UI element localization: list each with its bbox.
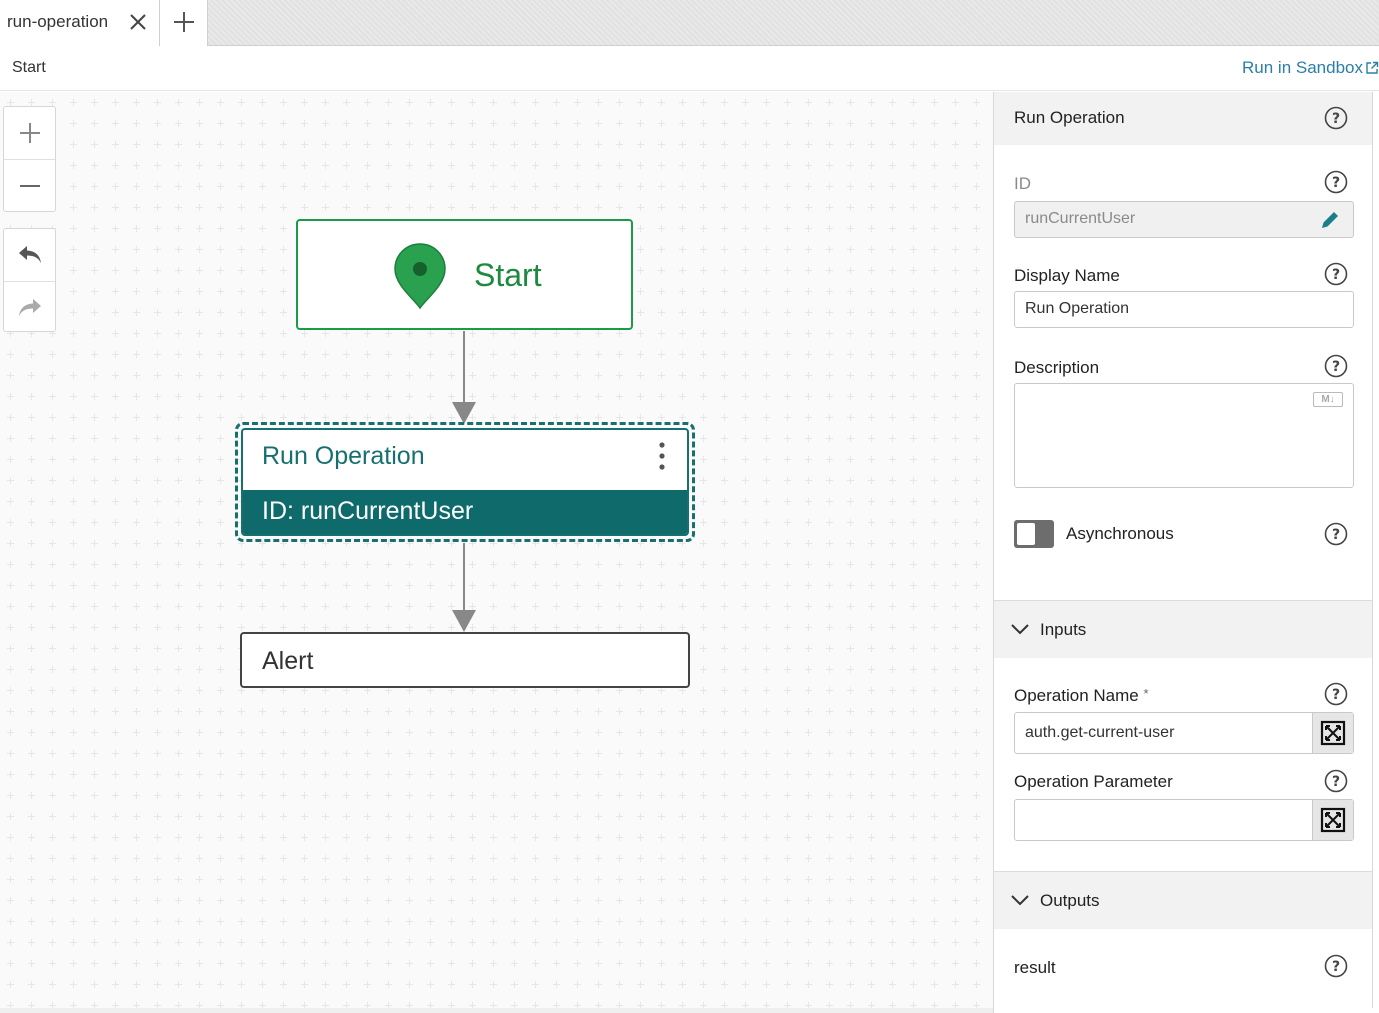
more-options-icon[interactable] xyxy=(655,438,669,474)
run-operation-id-bar: ID: runCurrentUser xyxy=(243,490,687,534)
help-icon[interactable]: ? xyxy=(1324,522,1348,546)
required-marker: * xyxy=(1143,686,1149,701)
operation-parameter-input[interactable] xyxy=(1014,799,1354,841)
operation-parameter-label: Operation Parameter xyxy=(1014,772,1173,791)
map-pin-icon xyxy=(394,243,446,310)
external-link-icon xyxy=(1366,61,1379,74)
description-textarea[interactable]: M↓ xyxy=(1014,383,1354,488)
run-operation-node[interactable]: Run Operation ID: runCurrentUser xyxy=(241,428,689,536)
chevron-down-icon xyxy=(1011,895,1029,906)
run-operation-node-id: ID: runCurrentUser xyxy=(262,497,474,525)
start-node[interactable]: Start xyxy=(296,219,633,330)
properties-panel: Run Operation ? ID ? runCurrentUser Disp… xyxy=(993,92,1379,1013)
pencil-icon[interactable] xyxy=(1319,209,1341,231)
svg-text:?: ? xyxy=(1332,527,1340,543)
svg-text:?: ? xyxy=(1332,774,1340,790)
expand-icon xyxy=(1320,720,1346,746)
run-in-sandbox-link[interactable]: Run in Sandbox xyxy=(1242,58,1379,78)
svg-text:?: ? xyxy=(1332,111,1340,127)
expand-icon xyxy=(1320,807,1346,833)
operation-name-value: auth.get-current-user xyxy=(1025,724,1175,741)
svg-text:?: ? xyxy=(1332,959,1340,975)
description-label: Description xyxy=(1014,358,1100,377)
svg-text:?: ? xyxy=(1332,267,1340,283)
alert-node-title: Alert xyxy=(262,647,314,675)
result-label: result xyxy=(1014,958,1056,977)
help-icon[interactable]: ? xyxy=(1324,954,1348,978)
svg-text:?: ? xyxy=(1332,687,1340,703)
help-icon[interactable]: ? xyxy=(1324,106,1348,130)
asynchronous-label: Asynchronous xyxy=(1066,524,1174,543)
display-name-value: Run Operation xyxy=(1025,300,1130,317)
toggle-knob xyxy=(1017,523,1035,545)
run-in-sandbox-label: Run in Sandbox xyxy=(1242,58,1363,77)
expression-button[interactable] xyxy=(1312,800,1353,840)
help-icon[interactable]: ? xyxy=(1324,262,1348,286)
help-icon[interactable]: ? xyxy=(1324,769,1348,793)
operation-name-input[interactable]: auth.get-current-user xyxy=(1014,712,1354,754)
chevron-down-icon xyxy=(1011,624,1029,635)
outputs-section-title: Outputs xyxy=(1040,891,1100,910)
display-name-label: Display Name xyxy=(1014,266,1120,285)
arrowhead-icon xyxy=(452,610,476,632)
operation-name-label-text: Operation Name xyxy=(1014,686,1139,705)
arrowhead-icon xyxy=(452,402,476,424)
display-name-input[interactable]: Run Operation xyxy=(1014,291,1354,328)
markdown-icon: M↓ xyxy=(1313,392,1343,407)
help-icon[interactable]: ? xyxy=(1324,682,1348,706)
operation-name-label: Operation Name * xyxy=(1014,686,1149,706)
panel-header: Run Operation ? xyxy=(994,92,1374,145)
expression-button[interactable] xyxy=(1312,713,1353,753)
outputs-section-header[interactable]: Outputs xyxy=(994,871,1374,929)
help-icon[interactable]: ? xyxy=(1324,170,1348,194)
canvas-bottom-edge xyxy=(0,1008,993,1013)
panel-title: Run Operation xyxy=(1014,108,1125,127)
alert-node[interactable]: Alert xyxy=(240,632,690,688)
start-node-label: Start xyxy=(474,257,542,293)
help-icon[interactable]: ? xyxy=(1324,354,1348,378)
id-label: ID xyxy=(1014,174,1031,193)
asynchronous-toggle[interactable] xyxy=(1014,520,1054,548)
svg-text:?: ? xyxy=(1332,359,1340,375)
id-field: runCurrentUser xyxy=(1014,201,1354,238)
id-value: runCurrentUser xyxy=(1025,210,1136,227)
panel-scrollbar[interactable] xyxy=(1372,92,1379,1008)
svg-text:?: ? xyxy=(1332,175,1340,191)
inputs-section-header[interactable]: Inputs xyxy=(994,600,1374,658)
run-operation-node-title: Run Operation xyxy=(262,442,425,470)
inputs-section-title: Inputs xyxy=(1040,620,1087,639)
